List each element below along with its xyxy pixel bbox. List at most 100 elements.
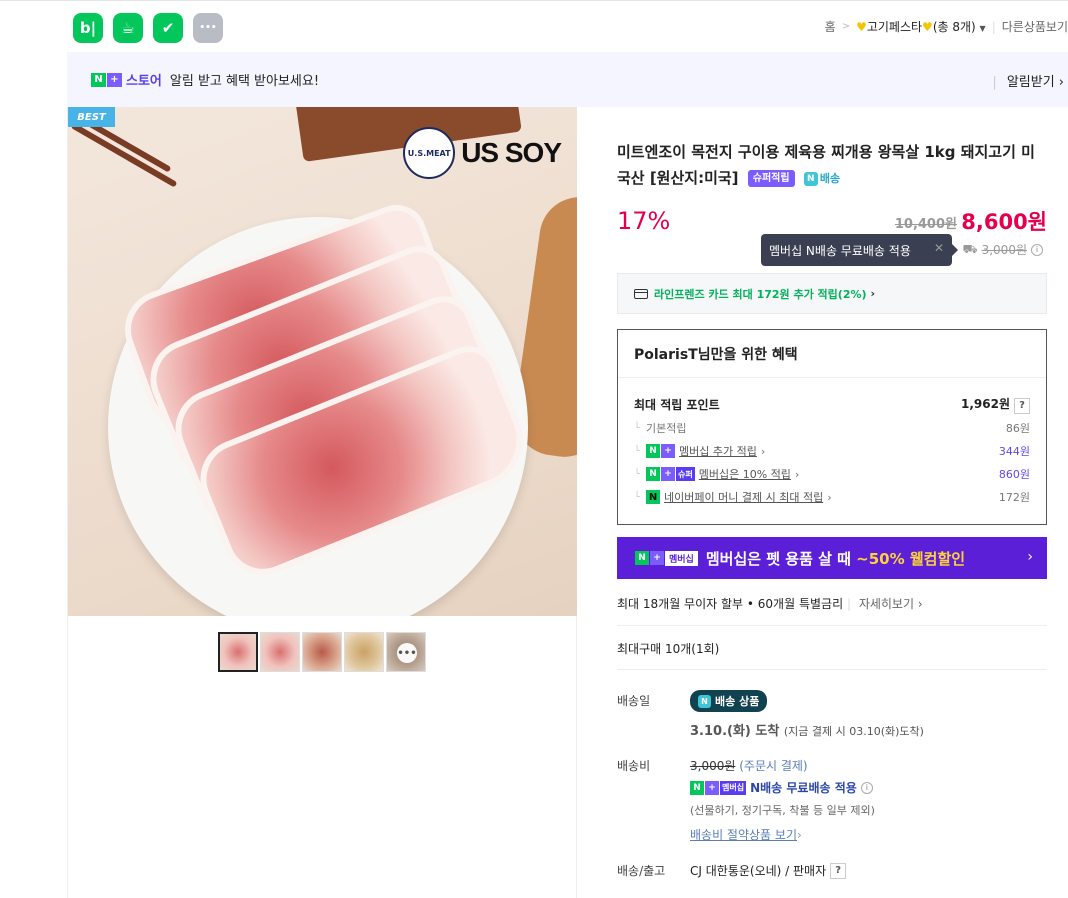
arrival-date-text: 3.10.(화) 도착 xyxy=(690,724,780,739)
other-products-link[interactable]: 다른상품보기 xyxy=(1002,18,1068,35)
shipping-exclusion-note: (선물하기, 정기구독, 착불 등 일부 제외) xyxy=(690,804,875,817)
alarm-subscribe-label: 알림받기 xyxy=(1006,75,1055,90)
shipping-fee-strike: 3,000원 xyxy=(690,759,736,773)
blog-app-icon[interactable]: b| xyxy=(73,13,103,43)
us-meat-logo: U.S.MEAT US SOY xyxy=(403,127,562,179)
more-icon: ••• xyxy=(397,643,417,663)
naver-plus-super-icon: N+슈퍼 xyxy=(646,467,695,481)
final-price: 8,600원 xyxy=(961,210,1047,234)
cafe-app-icon[interactable]: ☕ xyxy=(113,13,143,43)
n-delivery-pill: N 배송 상품 xyxy=(690,690,768,712)
divider: | xyxy=(846,597,851,611)
installment-text: 최대 18개월 무이자 할부 • 60개월 특별금리 xyxy=(617,597,844,611)
benefit-row-value: 860원 xyxy=(998,468,1030,481)
banner-text-highlight: ~50% 웰컴할인 xyxy=(856,549,966,568)
breadcrumb-count: (총 8개) xyxy=(932,20,976,34)
benefit-box: PolarisT님만을 위한 혜택 최대 적립 포인트 1,962원? 기본적립… xyxy=(617,329,1047,525)
close-icon[interactable]: ✕ xyxy=(934,241,944,255)
max-points-value: 1,962원 xyxy=(961,397,1010,411)
banner-text: 멤버십은 펫 용품 살 때 ~50% 웰컴할인 xyxy=(706,548,965,569)
thumbnail-more[interactable]: ••• xyxy=(386,632,426,672)
banner-text-main: 멤버십은 펫 용품 살 때 xyxy=(705,549,857,568)
membership-banner[interactable]: N + 멤버십 멤버십은 펫 용품 살 때 ~50% 웰컴할인 › xyxy=(617,537,1047,579)
chevron-right-icon: › xyxy=(870,287,876,300)
notice-text: 알림 받고 혜택 받아보세요! xyxy=(169,74,320,89)
shipping-fee-original: 3,000원 xyxy=(981,243,1027,257)
thumbnail-list: ••• xyxy=(218,632,426,672)
benefit-row: N+슈퍼 멤버십은 10% 적립› 860원 xyxy=(634,466,1030,482)
n-delivery-label: 배송 xyxy=(819,172,841,185)
notification-banner: N + 스토어 알림 받고 혜택 받아보세요! | 알림받기 › xyxy=(67,52,1068,107)
info-icon[interactable]: i xyxy=(1031,243,1043,256)
max-points-label: 최대 적립 포인트 xyxy=(634,397,720,412)
shipping-carrier-value: CJ 대한통운(오네) / 판매자? xyxy=(690,862,847,879)
help-icon[interactable]: ? xyxy=(830,862,847,879)
product-gallery: U.S.MEAT US SOY BEST ••• xyxy=(67,107,577,898)
us-soy-logo: US SOY xyxy=(461,137,562,168)
breadcrumb: 홈 > ♥고기페스타♥(총 8개) ▼ | 다른상품보기 xyxy=(825,18,1068,35)
naver-plus-icon: N+ xyxy=(635,551,664,565)
naver-pay-icon: N xyxy=(646,490,661,504)
us-meat-seal: U.S.MEAT xyxy=(403,127,456,179)
arrival-note: (지금 결제 시 03.10(화)도착) xyxy=(783,725,924,738)
chevron-right-icon: › xyxy=(827,490,832,504)
max-purchase: 최대구매 10개(1회) xyxy=(617,642,720,656)
thumbnail[interactable] xyxy=(302,632,342,672)
shipping-fee-summary: ⛟ 3,000원 i xyxy=(962,241,1043,258)
membership-10-link[interactable]: 멤버십은 10% 적립 xyxy=(699,466,791,482)
store-label: 스토어 xyxy=(126,74,162,89)
info-icon[interactable]: i xyxy=(860,781,873,794)
chopstick xyxy=(70,122,178,188)
naver-plus-icon: N + 멤버십 xyxy=(690,780,747,795)
card-promo[interactable]: 라인프렌즈 카드 최대 172원 추가 적립(2%) › xyxy=(617,273,1047,314)
installment-more-link[interactable]: 자세히보기 › xyxy=(859,597,923,611)
installment-info: 최대 18개월 무이자 할부 • 60개월 특별금리 | 자세히보기 › xyxy=(617,595,923,612)
chevron-right-icon: › xyxy=(1027,549,1033,565)
delivery-date-label: 배송일 xyxy=(617,694,651,708)
benefit-heading: PolarisT님만을 위한 혜택 xyxy=(618,330,1046,378)
free-shipping-tooltip: 멤버십 N배송 무료배송 적용 ✕ xyxy=(761,234,958,266)
membership-extra-link[interactable]: 멤버십 추가 적립 xyxy=(679,443,757,459)
membership-tag: 멤버십 xyxy=(720,780,747,795)
thumbnail[interactable] xyxy=(344,632,384,672)
benefit-row-value: 86원 xyxy=(1005,422,1030,435)
divider xyxy=(617,669,1047,670)
thumbnail[interactable] xyxy=(218,632,258,672)
benefit-row: 기본적립 86원 xyxy=(634,420,1030,436)
free-shipping-text: N배송 무료배송 적용 xyxy=(750,781,857,795)
naver-pay-link[interactable]: 네이버페이 머니 결제 시 최대 적립 xyxy=(664,489,823,505)
breadcrumb-separator: > xyxy=(841,21,851,32)
benefit-row: N+멤버십 추가 적립› 344원 xyxy=(634,443,1030,459)
membership-free-shipping: N + 멤버십 N배송 무료배송 적용 i xyxy=(690,779,873,796)
n-delivery-pill-label: 배송 상품 xyxy=(715,695,760,708)
shipping-fee-value: 3,000원 (주문시 결제) xyxy=(690,757,808,774)
arrival-date: 3.10.(화) 도착 (지금 결제 시 03.10(화)도착) xyxy=(690,720,924,739)
breadcrumb-current[interactable]: ♥고기페스타♥(총 8개) ▼ xyxy=(856,18,986,35)
shipping-saving-link[interactable]: 배송비 절약상품 보기› xyxy=(690,826,802,843)
installment-more-label: 자세히보기 xyxy=(858,597,915,611)
shipping-saving-link-label: 배송비 절약상품 보기 xyxy=(690,828,797,842)
thumbnail[interactable] xyxy=(260,632,300,672)
benefit-row-value: 172원 xyxy=(998,491,1030,504)
more-apps-icon[interactable]: ••• xyxy=(193,13,223,43)
benefit-row-label: 기본적립 xyxy=(634,420,686,436)
best-badge: BEST xyxy=(68,107,115,127)
chevron-right-icon: › xyxy=(760,444,766,458)
bookmark-app-icon[interactable]: ✔ xyxy=(153,13,183,43)
delivery-pill: N 배송 상품 xyxy=(690,690,768,712)
alarm-subscribe-button[interactable]: | 알림받기 › xyxy=(992,71,1064,90)
card-promo-text: 라인프렌즈 카드 최대 172원 추가 적립(2%) xyxy=(654,287,867,301)
benefit-row-value: 344원 xyxy=(998,445,1030,458)
caret-down-icon: ▼ xyxy=(979,24,986,33)
max-points-row: 최대 적립 포인트 1,962원? xyxy=(634,395,1030,414)
product-title: 미트엔조이 목전지 구이용 제육용 찌개용 왕목살 1kg 돼지고기 미국산 [… xyxy=(617,139,1047,192)
naver-plus-icon: N+ xyxy=(646,444,676,458)
shipping-fee-note: (주문시 결제) xyxy=(739,759,808,773)
help-icon[interactable]: ? xyxy=(1014,397,1030,414)
divider xyxy=(617,625,1047,626)
breadcrumb-home[interactable]: 홈 xyxy=(825,18,836,35)
top-bar: b| ☕ ✔ ••• 홈 > ♥고기페스타♥(총 8개) ▼ | 다른상품보기 xyxy=(0,0,1068,52)
credit-card-icon xyxy=(634,288,648,299)
divider: | xyxy=(991,19,996,34)
product-main-image[interactable]: U.S.MEAT US SOY BEST xyxy=(68,107,577,616)
